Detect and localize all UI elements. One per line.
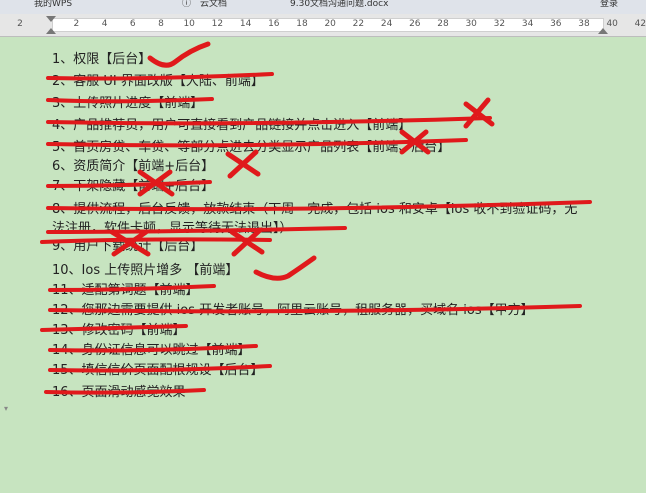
ruler-tick-label: 32 (493, 19, 506, 29)
horizontal-ruler[interactable]: 2 2 4 6 8 10 12 14 16 18 20 22 24 26 28 30 32 34 36 38 40 42 (0, 14, 646, 37)
list-item: 8、提供流程，后台反馈，放款结束（下周一完成，包括 ios 和安卓【ios 收不… (52, 202, 578, 217)
list-item: 10、Ios 上传照片增多 【前端】 (52, 263, 239, 278)
left-indent-marker[interactable] (46, 28, 56, 34)
tab-login[interactable]: 登录 (600, 0, 646, 14)
info-icon: ⓘ (182, 0, 192, 9)
tab-document[interactable]: 9.30文档沟通问题.docx (290, 0, 470, 14)
list-item: 11、适配第词题【前端】 (52, 283, 199, 298)
ruler-tick-label: 26 (409, 19, 421, 29)
list-item: 14、身份证信息可以跳过【前端】 (52, 343, 251, 358)
tab-label: 9.30文档沟通问题.docx (290, 0, 389, 9)
list-item: 9、用户下载统计【后台】 (52, 239, 204, 254)
first-line-indent-marker[interactable] (46, 16, 56, 22)
list-item: 5、首页房贷、车贷、等部分点进去分类显示产品列表【前端、后台】 (52, 140, 451, 155)
ruler-tick-label: 30 (465, 19, 477, 29)
tab-cloud-docs[interactable]: 云文档 (200, 0, 260, 14)
list-item: 16、页面滑动感觉效果 (52, 385, 186, 400)
ruler-tick-label: 8 (158, 19, 164, 29)
tab-label: 登录 (600, 0, 619, 9)
tab-bar: 我的WPS ⓘ 云文档 9.30文档沟通问题.docx 登录 (0, 0, 646, 15)
list-item: 法注册，软件卡顿，显示等待无法退出】） (52, 221, 293, 236)
ruler-tick-label: 22 (352, 19, 365, 29)
ruler-tick-label: 2 (73, 19, 80, 29)
ruler-tick-label: 34 (521, 19, 534, 29)
list-item: 13、修改密码【前端】 (52, 323, 186, 338)
list-item: 6、资质简介【前端+后台】 (52, 159, 215, 174)
ruler-tick-label: 4 (101, 19, 108, 29)
ruler-tick-label: 14 (239, 19, 252, 29)
ruler-tick-label: 10 (183, 19, 195, 29)
ruler-tick-label: 12 (211, 19, 224, 29)
document-page[interactable]: 1、权限【后台】 2、客服 UI 界面改版【大陆、前端】 3、上传照片进度【前端】 4… (0, 37, 646, 493)
ruler-tick-label: 38 (578, 19, 590, 29)
list-item: 12、您那边需要提供 ios 开发者账号，阿里云账号，租服务器，买域名 ios【… (52, 303, 534, 318)
ruler-tick-label: 28 (437, 19, 449, 29)
ruler-tick-label: 18 (296, 19, 308, 29)
ruler-tick-label: 2 (17, 19, 23, 29)
ruler-tick-label: 40 (606, 19, 618, 29)
list-item: 4、产品推荐员，用户可直接看到产品链接并点击进入【前端】 (52, 118, 412, 133)
ruler-tick-label: 24 (380, 19, 393, 29)
ruler-tick-label: 16 (268, 19, 280, 29)
scroll-marker-icon[interactable]: ▾ (4, 404, 8, 413)
tab-my-wps[interactable]: 我的WPS (34, 0, 94, 14)
ruler-tick-label: 36 (550, 19, 562, 29)
list-item: 1、权限【后台】 (52, 52, 152, 67)
ruler-tick-label: 6 (129, 19, 136, 29)
list-item: 2、客服 UI 界面改版【大陆、前端】 (52, 74, 264, 89)
list-item: 15、填信信价页面配根规设【后台】 (52, 363, 264, 378)
list-item: 3、上传照片进度【前端】 (52, 96, 204, 111)
list-item: 7、下架隐藏【前端+后台】 (52, 179, 215, 194)
ruler-tick-label: 42 (634, 19, 646, 29)
tab-label: 云文档 (200, 0, 228, 9)
tab-label: 我的WPS (34, 0, 73, 9)
ruler-tick-label: 20 (324, 19, 336, 29)
